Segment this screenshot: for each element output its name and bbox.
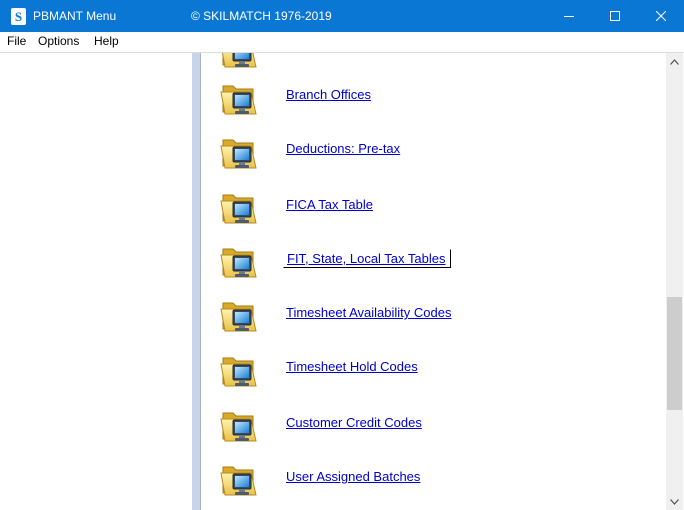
- menu-help[interactable]: Help: [91, 34, 122, 48]
- left-panel: [0, 53, 192, 510]
- scroll-up-button[interactable]: [666, 53, 683, 70]
- computer-folder-icon[interactable]: [220, 295, 258, 335]
- computer-folder-icon[interactable]: [220, 78, 258, 118]
- computer-folder-icon[interactable]: [220, 187, 258, 227]
- computer-folder-icon[interactable]: [220, 53, 258, 71]
- link-customer-credit-codes[interactable]: Customer Credit Codes: [286, 415, 422, 430]
- computer-folder-icon[interactable]: [220, 241, 258, 281]
- link-branch-offices[interactable]: Branch Offices: [286, 87, 371, 102]
- title-bar: S PBMANT Menu © SKILMATCH 1976-2019: [0, 0, 684, 32]
- minimize-icon: [564, 16, 574, 17]
- menu-file[interactable]: File: [4, 34, 29, 48]
- computer-folder-icon[interactable]: [220, 459, 258, 499]
- chevron-down-icon: [670, 498, 679, 505]
- computer-folder-icon[interactable]: [220, 132, 258, 172]
- link-deductions-pre-tax[interactable]: Deductions: Pre-tax: [286, 141, 400, 156]
- close-button[interactable]: [638, 0, 684, 32]
- menu-list: Branch Offices Deductions: Pre-tax FICA …: [201, 53, 666, 510]
- app-icon: S: [11, 8, 26, 25]
- computer-folder-icon[interactable]: [220, 405, 258, 445]
- maximize-button[interactable]: [592, 0, 638, 32]
- minimize-button[interactable]: [546, 0, 592, 32]
- maximize-icon: [610, 11, 620, 21]
- scroll-thumb[interactable]: [667, 297, 682, 410]
- menu-bar: File Options Help: [0, 32, 684, 53]
- link-user-assigned-batches[interactable]: User Assigned Batches: [286, 469, 420, 484]
- panel-splitter[interactable]: [192, 53, 201, 510]
- scroll-down-button[interactable]: [666, 493, 683, 510]
- link-timesheet-availability-codes[interactable]: Timesheet Availability Codes: [286, 305, 451, 320]
- chevron-up-icon: [670, 58, 679, 65]
- window-copyright: © SKILMATCH 1976-2019: [191, 9, 332, 23]
- link-fica-tax-table[interactable]: FICA Tax Table: [286, 197, 373, 212]
- link-fit-state-local-tax-tables[interactable]: FIT, State, Local Tax Tables: [283, 249, 451, 268]
- link-timesheet-hold-codes[interactable]: Timesheet Hold Codes: [286, 359, 418, 374]
- close-icon: [656, 11, 666, 21]
- menu-options[interactable]: Options: [35, 34, 82, 48]
- window-title: PBMANT Menu: [33, 9, 117, 23]
- computer-folder-icon[interactable]: [220, 350, 258, 390]
- vertical-scrollbar[interactable]: [666, 53, 683, 510]
